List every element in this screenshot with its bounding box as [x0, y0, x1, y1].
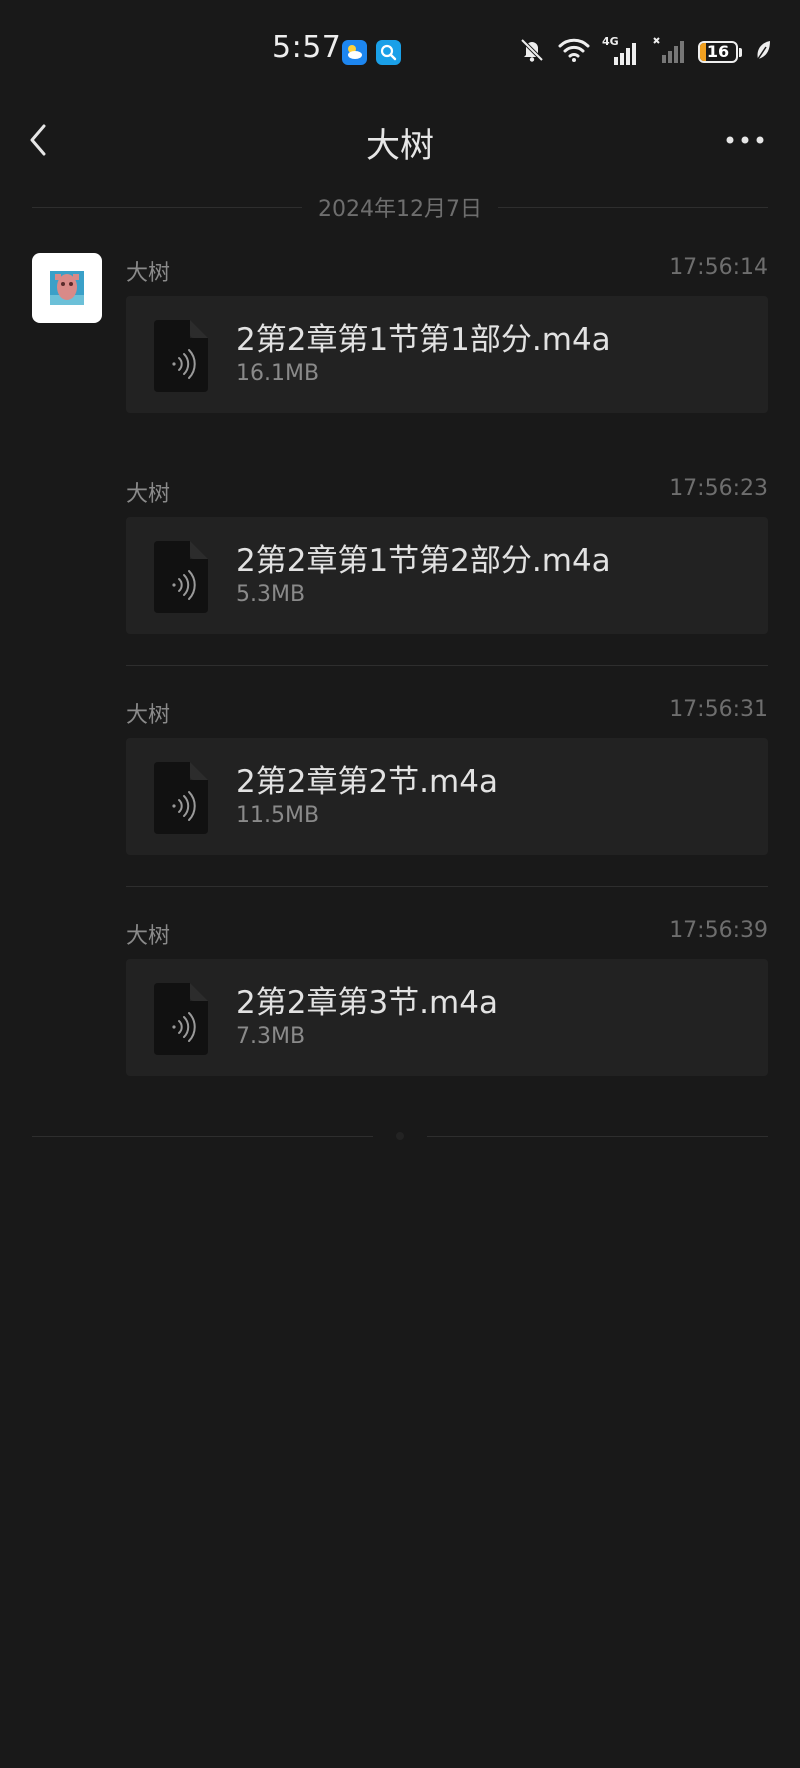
divider-dot — [396, 1132, 404, 1140]
avatar-image — [50, 271, 84, 305]
cellular-4g-icon: 4G — [602, 35, 640, 66]
file-size: 11.5MB — [236, 803, 320, 828]
file-message: 大树 17:56:14 2第2章第1节第1部分.m4a 16.1MB — [126, 253, 768, 413]
audio-file-icon — [154, 983, 208, 1055]
file-card[interactable]: 2第2章第3节.m4a 7.3MB — [126, 959, 768, 1076]
file-size: 7.3MB — [236, 1024, 306, 1049]
sender-avatar[interactable] — [32, 253, 102, 323]
status-bar: 5:57 4G 16 — [0, 0, 800, 104]
file-name: 2第2章第1节第1部分.m4a — [236, 322, 611, 358]
page-title: 大树 — [366, 126, 434, 166]
status-time: 5:57 — [272, 30, 342, 65]
file-name: 2第2章第2节.m4a — [236, 764, 498, 800]
chat-header: 大树 — [0, 104, 800, 176]
status-icons: 4G 16 — [518, 34, 772, 70]
weather-app-icon — [342, 40, 367, 65]
end-of-history-divider — [32, 1126, 768, 1146]
file-size: 5.3MB — [236, 582, 306, 607]
audio-file-icon — [154, 541, 208, 613]
divider-line — [32, 206, 303, 208]
file-card[interactable]: 2第2章第1节第2部分.m4a 5.3MB — [126, 517, 768, 634]
sender-name: 大树 — [126, 482, 171, 507]
sender-name: 大树 — [126, 261, 171, 286]
more-dots-icon — [726, 136, 764, 144]
message-meta: 大树 17:56:39 — [126, 916, 768, 950]
file-card[interactable]: 2第2章第2节.m4a 11.5MB — [126, 738, 768, 855]
message-time: 17:56:14 — [669, 255, 768, 280]
leaf-icon — [754, 39, 772, 65]
file-card[interactable]: 2第2章第1节第1部分.m4a 16.1MB — [126, 296, 768, 413]
message-meta: 大树 17:56:31 — [126, 695, 768, 729]
file-name: 2第2章第1节第2部分.m4a — [236, 543, 611, 579]
file-message: 大树 17:56:39 2第2章第3节.m4a 7.3MB — [126, 916, 768, 1076]
sender-name: 大树 — [126, 703, 171, 728]
file-name: 2第2章第3节.m4a — [236, 985, 498, 1021]
divider-line — [427, 1135, 768, 1137]
sender-name: 大树 — [126, 924, 171, 949]
battery-icon: 16 — [698, 41, 738, 63]
cellular-no-signal-icon — [652, 36, 686, 68]
file-message: 大树 17:56:23 2第2章第1节第2部分.m4a 5.3MB — [126, 474, 768, 634]
message-time: 17:56:31 — [669, 697, 768, 722]
wifi-icon — [558, 37, 590, 67]
message-separator — [126, 886, 768, 887]
search-app-icon — [376, 40, 401, 65]
more-options-button[interactable] — [722, 126, 768, 154]
audio-file-icon — [154, 320, 208, 392]
divider-line — [498, 206, 769, 208]
file-size: 16.1MB — [236, 361, 320, 386]
message-meta: 大树 17:56:14 — [126, 253, 768, 287]
divider-line — [32, 1135, 373, 1137]
bell-muted-icon — [518, 36, 546, 68]
message-separator — [126, 665, 768, 666]
battery-cap — [739, 47, 742, 57]
message-meta: 大树 17:56:23 — [126, 474, 768, 508]
battery-level: 16 — [706, 42, 730, 61]
date-label: 2024年12月7日 — [318, 197, 482, 222]
message-time: 17:56:23 — [669, 476, 768, 501]
date-divider: 2024年12月7日 — [32, 192, 769, 222]
message-time: 17:56:39 — [669, 918, 768, 943]
file-message: 大树 17:56:31 2第2章第2节.m4a 11.5MB — [126, 695, 768, 855]
audio-file-icon — [154, 762, 208, 834]
